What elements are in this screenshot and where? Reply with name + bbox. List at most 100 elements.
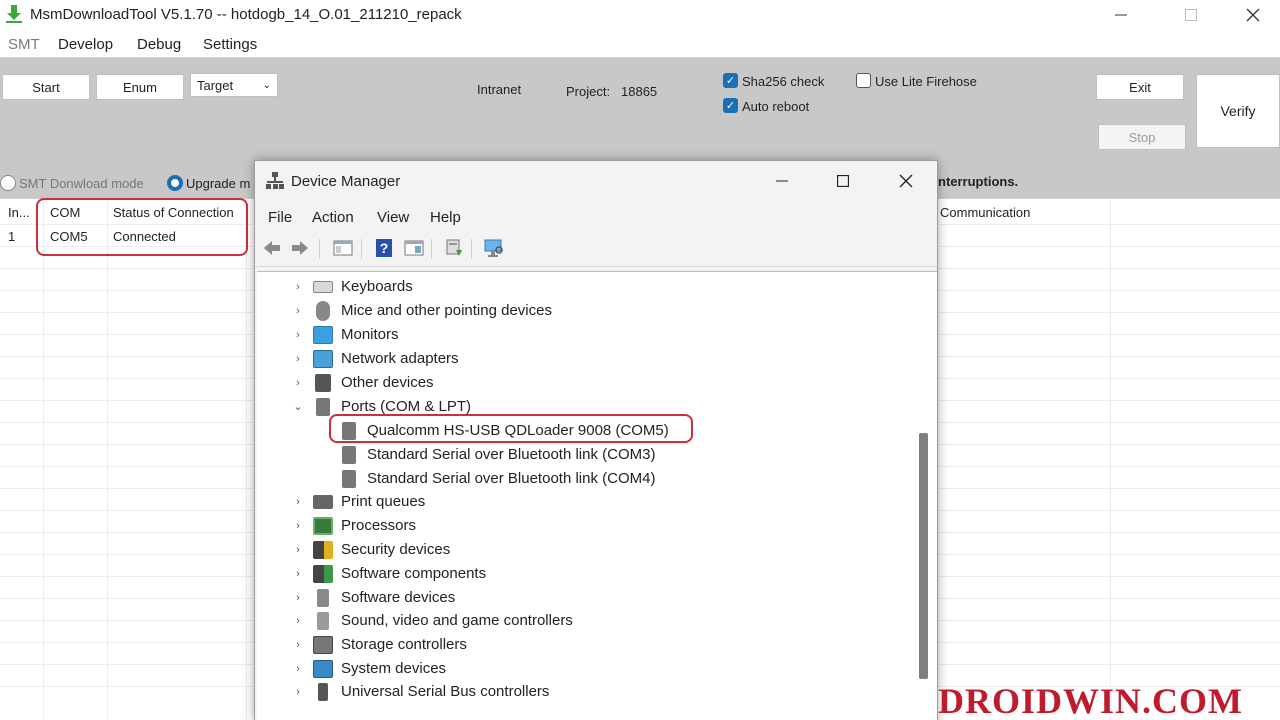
enum-button[interactable]: Enum — [96, 74, 184, 100]
chevron-right-icon[interactable]: › — [291, 329, 305, 341]
smt-mode-radio[interactable] — [0, 175, 16, 191]
chevron-right-icon[interactable]: › — [291, 592, 305, 604]
tree-item-label: Security devices — [341, 541, 451, 558]
project-label: Project: — [566, 84, 611, 99]
tree-item-mice[interactable]: › Mice and other pointing devices — [291, 299, 552, 322]
auto-reboot-label: Auto reboot — [742, 99, 810, 114]
stop-button[interactable]: Stop — [1098, 124, 1186, 150]
update-driver-icon[interactable] — [443, 237, 465, 259]
upgrade-mode-label: Upgrade m — [186, 176, 251, 191]
monitor-icon — [313, 325, 333, 344]
maximize-icon — [1185, 9, 1197, 21]
dm-menu-action[interactable]: Action — [312, 209, 354, 226]
tree-item-network-adapters[interactable]: › Network adapters — [291, 347, 459, 370]
auto-reboot-checkbox[interactable]: ✓ — [723, 98, 738, 113]
tree-item-bt-com4[interactable]: Standard Serial over Bluetooth link (COM… — [339, 467, 655, 490]
maximize-button[interactable] — [1168, 0, 1214, 30]
row-1-index: 1 — [8, 229, 16, 244]
sha256-checkbox[interactable]: ✓ — [723, 73, 738, 88]
lite-firehose-checkbox[interactable] — [856, 73, 871, 88]
tree-item-bt-com3[interactable]: Standard Serial over Bluetooth link (COM… — [339, 443, 655, 466]
show-hide-console-tree-icon[interactable] — [332, 237, 354, 259]
properties-icon[interactable] — [403, 237, 425, 259]
project-value: 18865 — [621, 84, 658, 99]
maximize-icon — [837, 175, 849, 187]
app-title: MsmDownloadTool V5.1.70 -- hotdogb_14_O.… — [30, 6, 462, 23]
tree-scrollbar-thumb[interactable] — [919, 433, 928, 679]
tree-item-monitors[interactable]: › Monitors — [291, 323, 399, 346]
printer-icon — [313, 494, 333, 509]
menu-debug[interactable]: Debug — [137, 36, 181, 53]
network-icon — [313, 349, 333, 368]
col-header-communication[interactable]: Communication — [940, 205, 1030, 220]
tree-item-security-devices[interactable]: › Security devices — [291, 538, 450, 561]
lite-firehose-label: Use Lite Firehose — [875, 74, 977, 89]
mouse-icon — [316, 300, 330, 321]
scan-hardware-icon[interactable] — [483, 237, 505, 259]
tree-item-label: Ports (COM & LPT) — [341, 398, 472, 415]
tree-item-processors[interactable]: › Processors — [291, 514, 416, 537]
dm-minimize-button[interactable] — [767, 169, 797, 193]
com-highlight-box — [36, 198, 248, 256]
tree-item-software-components[interactable]: › Software components — [291, 562, 486, 585]
dm-menu-view[interactable]: View — [377, 209, 409, 226]
tree-item-label: Network adapters — [341, 350, 459, 367]
tree-item-keyboards[interactable]: › Keyboards — [291, 275, 413, 298]
storage-icon — [313, 635, 333, 654]
chevron-right-icon[interactable]: › — [291, 377, 305, 389]
verify-button[interactable]: Verify — [1196, 74, 1280, 148]
tree-item-sound[interactable]: › Sound, video and game controllers — [291, 609, 573, 632]
tree-item-system-devices[interactable]: › System devices — [291, 657, 446, 680]
tree-item-print-queues[interactable]: › Print queues — [291, 490, 425, 513]
tree-item-other-devices[interactable]: › Other devices — [291, 371, 434, 394]
software-component-icon — [313, 564, 333, 583]
upgrade-mode-radio[interactable] — [167, 175, 183, 191]
device-manager-title: Device Manager — [291, 173, 401, 190]
svg-text:?: ? — [380, 240, 389, 256]
chevron-right-icon[interactable]: › — [291, 615, 305, 627]
dm-menu-help[interactable]: Help — [430, 209, 461, 226]
forward-arrow-icon[interactable] — [289, 237, 311, 259]
chevron-right-icon[interactable]: › — [291, 520, 305, 532]
tree-item-label: Other devices — [341, 374, 434, 391]
chevron-right-icon[interactable]: › — [291, 281, 305, 293]
col-header-index[interactable]: In... — [8, 205, 30, 220]
chevron-right-icon[interactable]: › — [291, 496, 305, 508]
tree-item-storage-controllers[interactable]: › Storage controllers — [291, 633, 467, 656]
help-icon[interactable]: ? — [373, 237, 395, 259]
tree-item-software-devices[interactable]: › Software devices — [291, 586, 455, 609]
usb-icon — [318, 682, 328, 701]
port-icon — [342, 469, 356, 488]
close-icon — [899, 174, 913, 188]
tree-item-label: Software components — [341, 565, 487, 582]
chevron-down-icon[interactable]: ⌄ — [291, 400, 305, 413]
minimize-button[interactable] — [1098, 0, 1144, 30]
close-button[interactable] — [1230, 0, 1276, 30]
minimize-icon — [776, 180, 788, 182]
port-icon — [342, 445, 356, 464]
chevron-right-icon[interactable]: › — [291, 544, 305, 556]
chevron-right-icon[interactable]: › — [291, 568, 305, 580]
dm-maximize-button[interactable] — [828, 169, 858, 193]
tree-item-label: Processors — [341, 517, 417, 534]
chevron-right-icon[interactable]: › — [291, 663, 305, 675]
qualcomm-highlight-box — [329, 414, 693, 443]
exit-button[interactable]: Exit — [1096, 74, 1184, 100]
dm-menu-file[interactable]: File — [268, 209, 292, 226]
chevron-right-icon[interactable]: › — [291, 686, 305, 698]
tree-item-label: Print queues — [341, 493, 426, 510]
target-select[interactable]: Target ⌄ — [190, 73, 278, 97]
menu-settings[interactable]: Settings — [203, 36, 257, 53]
minimize-icon — [1115, 14, 1127, 16]
menu-smt[interactable]: SMT — [8, 36, 40, 53]
chevron-right-icon[interactable]: › — [291, 353, 305, 365]
toolbar-divider — [471, 239, 472, 259]
back-arrow-icon[interactable] — [261, 237, 283, 259]
dm-close-button[interactable] — [891, 169, 921, 193]
start-button[interactable]: Start — [2, 74, 90, 100]
tree-item-usb-controllers[interactable]: › Universal Serial Bus controllers — [291, 680, 549, 703]
speaker-icon — [317, 611, 329, 630]
chevron-right-icon[interactable]: › — [291, 305, 305, 317]
menu-develop[interactable]: Develop — [58, 36, 113, 53]
chevron-right-icon[interactable]: › — [291, 639, 305, 651]
